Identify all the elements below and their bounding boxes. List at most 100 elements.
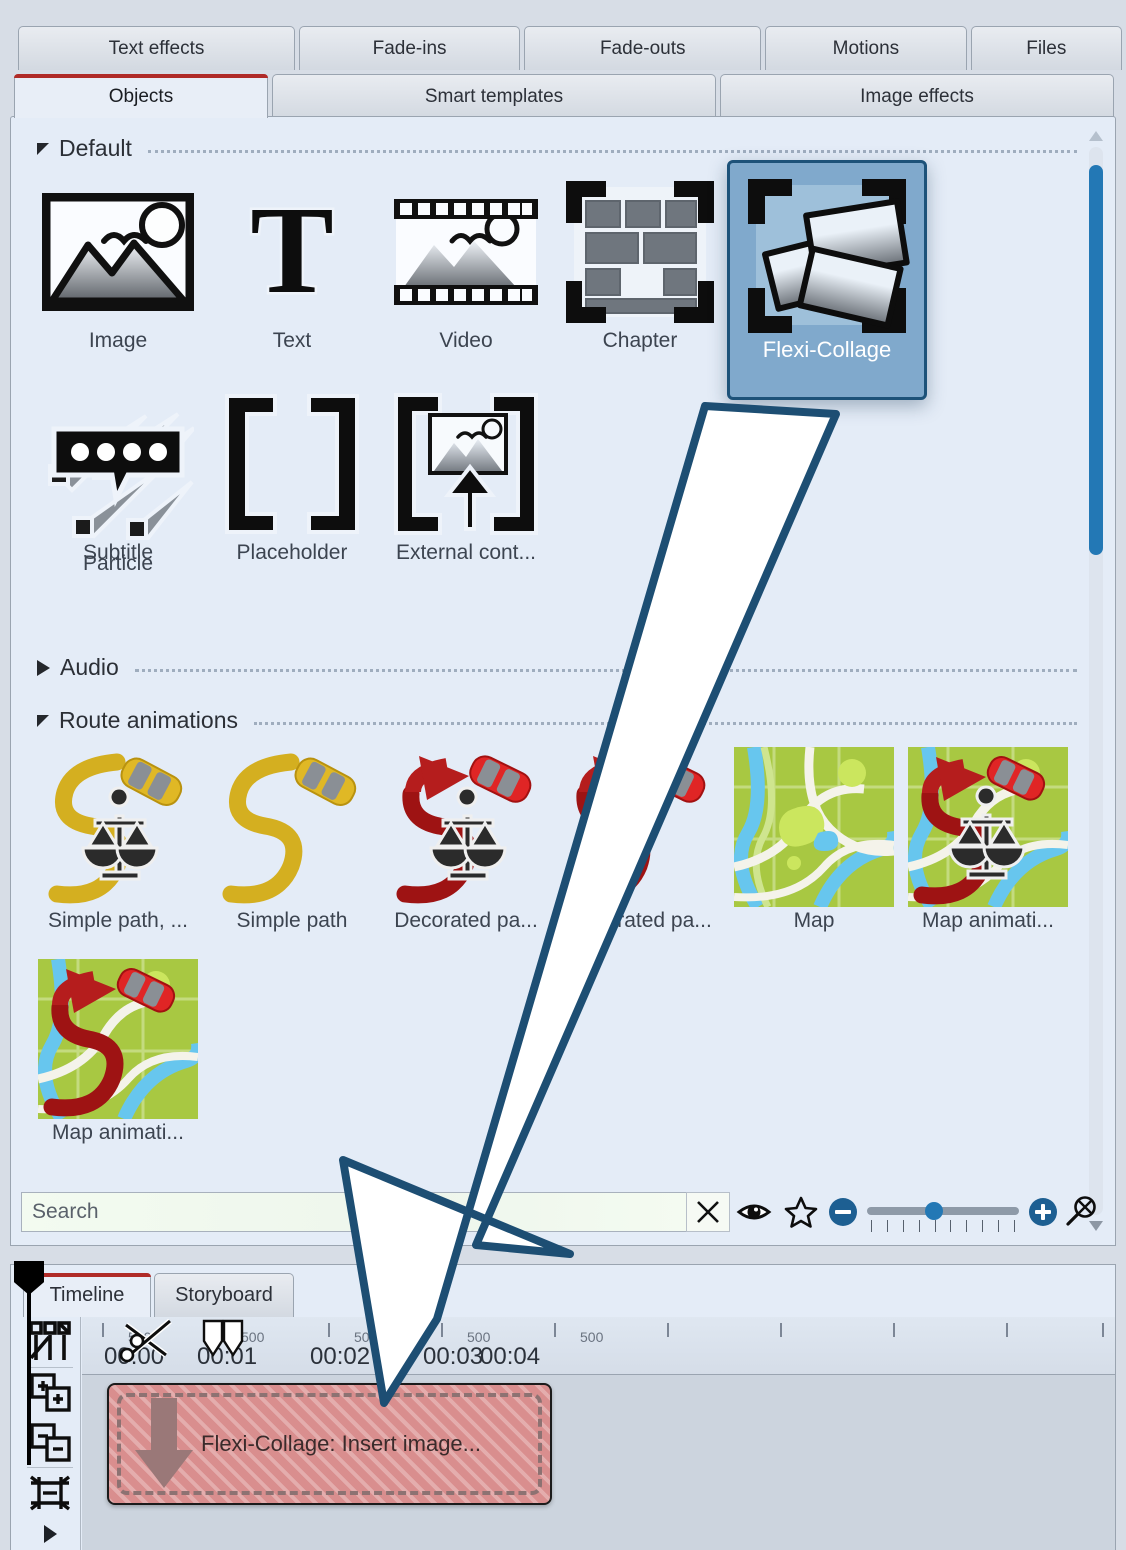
tab-timeline-label: Timeline bbox=[49, 1284, 125, 1306]
object-item-label: Image bbox=[88, 329, 148, 352]
fit-view-icon[interactable] bbox=[22, 1468, 78, 1518]
image-icon bbox=[38, 177, 198, 327]
timeline-tab-bar[interactable]: Timeline Storyboard bbox=[23, 1273, 297, 1317]
content-tab-bar[interactable]: Objects Smart templates Image effects bbox=[0, 74, 1126, 118]
route-item-decorated-path-scales[interactable]: Decorated pa... bbox=[379, 747, 553, 959]
tab-storyboard[interactable]: Storyboard bbox=[154, 1273, 294, 1317]
map-icon bbox=[730, 747, 898, 907]
tab-fade-ins-label: Fade-ins bbox=[372, 37, 447, 59]
object-item-label: Subtitle bbox=[82, 541, 154, 564]
tab-smart-templates[interactable]: Smart templates bbox=[272, 74, 716, 118]
slider-track[interactable] bbox=[867, 1207, 1020, 1215]
route-item-simple-path-scales[interactable]: Simple path, ... bbox=[31, 747, 205, 959]
route-item-label: Decorated pa... bbox=[568, 909, 712, 932]
object-item-label: Chapter bbox=[602, 329, 678, 352]
divider bbox=[254, 722, 1077, 725]
preview-toggle-button[interactable] bbox=[730, 1191, 778, 1233]
group-title-default: Default bbox=[59, 135, 132, 161]
divider bbox=[134, 669, 1077, 672]
object-item-subtitle[interactable]: Subtitle bbox=[31, 389, 205, 594]
timeline-ruler[interactable]: 500 500 500 500 500 00:00 00:01 00:02 00… bbox=[82, 1317, 1115, 1375]
down-arrow-icon bbox=[135, 1398, 193, 1488]
group-header-default[interactable]: Default bbox=[37, 135, 1077, 162]
map-animation-scales-icon bbox=[904, 747, 1072, 907]
search-input[interactable] bbox=[21, 1192, 689, 1232]
clip-inner: Flexi-Collage: Insert image... bbox=[117, 1393, 542, 1495]
scissors-icon bbox=[119, 1318, 172, 1363]
object-item-label: Placeholder bbox=[236, 541, 348, 564]
external-content-icon bbox=[386, 389, 546, 539]
eye-icon bbox=[736, 1204, 771, 1220]
expand-icon[interactable] bbox=[22, 1518, 78, 1550]
video-icon bbox=[386, 177, 546, 327]
route-item-label: Map bbox=[793, 909, 835, 932]
route-animation-items: Simple path, ... Simple path Decorated p… bbox=[31, 747, 1081, 1171]
zoom-in-button[interactable] bbox=[1029, 1198, 1058, 1226]
tab-image-effects-label: Image effects bbox=[860, 85, 974, 107]
timeline-panel: Timeline Storyboard 500 500 500 500 00:0… bbox=[10, 1261, 1116, 1550]
timeline-track-area[interactable]: Flexi-Collage: Insert image... bbox=[82, 1375, 1115, 1550]
object-item-placeholder[interactable]: Placeholder bbox=[205, 389, 379, 594]
default-items-row-2: Subtitle Placeholder External cont... bbox=[31, 389, 1071, 594]
tab-objects-label: Objects bbox=[108, 85, 174, 107]
object-item-chapter[interactable]: Chapter bbox=[553, 177, 727, 382]
tab-objects[interactable]: Objects bbox=[14, 74, 268, 118]
route-item-label: Map animati... bbox=[922, 909, 1054, 932]
simple-path-scales-icon bbox=[34, 747, 202, 907]
ruler-subtick-label: 500 bbox=[580, 1329, 604, 1345]
marker-icon bbox=[202, 1319, 244, 1358]
flexi-collage-icon bbox=[742, 177, 912, 335]
route-item-map-animation-scales[interactable]: Map animati... bbox=[901, 747, 1075, 959]
tab-motions[interactable]: Motions bbox=[765, 26, 967, 70]
group-header-route-animations[interactable]: Route animations bbox=[37, 707, 1077, 734]
playhead-icon[interactable] bbox=[14, 1261, 44, 1465]
timeline-clip-flexi-collage[interactable]: Flexi-Collage: Insert image... bbox=[107, 1383, 552, 1505]
route-item-simple-path[interactable]: Simple path bbox=[205, 747, 379, 959]
slider-knob[interactable] bbox=[925, 1202, 944, 1220]
divider bbox=[147, 150, 1077, 153]
group-header-audio[interactable]: Audio bbox=[37, 654, 1077, 681]
clip-title: Flexi-Collage: Insert image... bbox=[201, 1431, 481, 1456]
ruler-time-label: 00:04 bbox=[480, 1343, 541, 1370]
route-item-decorated-path[interactable]: Decorated pa... bbox=[553, 747, 727, 959]
object-item-video[interactable]: Video bbox=[379, 177, 553, 382]
object-item-image[interactable]: Image bbox=[31, 177, 205, 382]
object-item-label: Text bbox=[272, 329, 312, 352]
effects-tab-bar[interactable]: Text effects Fade-ins Fade-outs Motions … bbox=[0, 26, 1126, 70]
svg-text:T: T bbox=[250, 192, 333, 312]
tab-fade-ins[interactable]: Fade-ins bbox=[298, 26, 521, 70]
tab-text-effects-label: Text effects bbox=[108, 37, 205, 59]
object-item-label: Video bbox=[439, 329, 493, 352]
decorated-path-icon bbox=[556, 747, 724, 907]
search-row bbox=[21, 1191, 1105, 1233]
reset-zoom-button[interactable] bbox=[1057, 1191, 1105, 1233]
scroll-up-arrow-icon[interactable] bbox=[1089, 131, 1103, 141]
tab-smart-templates-label: Smart templates bbox=[424, 85, 564, 107]
route-item-map-animation[interactable]: Map animati... bbox=[31, 959, 205, 1171]
tab-fade-outs[interactable]: Fade-outs bbox=[524, 26, 762, 70]
chapter-icon bbox=[560, 177, 720, 327]
ruler-time-label: 00:03 bbox=[423, 1343, 484, 1370]
zoom-slider[interactable] bbox=[867, 1198, 1020, 1232]
chevron-right-icon bbox=[37, 659, 50, 676]
route-item-map[interactable]: Map bbox=[727, 747, 901, 959]
route-item-label: Decorated pa... bbox=[394, 909, 538, 932]
reset-zoom-icon bbox=[1066, 1196, 1096, 1226]
chevron-down-icon bbox=[37, 714, 49, 727]
object-item-label: External cont... bbox=[395, 541, 537, 564]
tab-storyboard-label: Storyboard bbox=[175, 1284, 273, 1306]
tab-text-effects[interactable]: Text effects bbox=[18, 26, 295, 70]
scrollbar-thumb[interactable] bbox=[1089, 165, 1103, 555]
zoom-out-button[interactable] bbox=[829, 1198, 858, 1226]
text-icon: T bbox=[212, 177, 372, 327]
tab-files[interactable]: Files bbox=[970, 26, 1123, 70]
objects-scrollbar[interactable] bbox=[1083, 125, 1109, 1237]
object-item-text[interactable]: T Text bbox=[205, 177, 379, 382]
zoom-controls[interactable] bbox=[829, 1191, 1105, 1233]
object-item-external-content[interactable]: External cont... bbox=[379, 389, 553, 594]
favorites-button[interactable] bbox=[777, 1191, 825, 1233]
tab-image-effects[interactable]: Image effects bbox=[720, 74, 1114, 118]
object-item-flexi-collage[interactable]: Flexi-Collage bbox=[727, 160, 927, 400]
clear-search-button[interactable] bbox=[686, 1192, 730, 1232]
subtitle-icon bbox=[38, 389, 198, 539]
